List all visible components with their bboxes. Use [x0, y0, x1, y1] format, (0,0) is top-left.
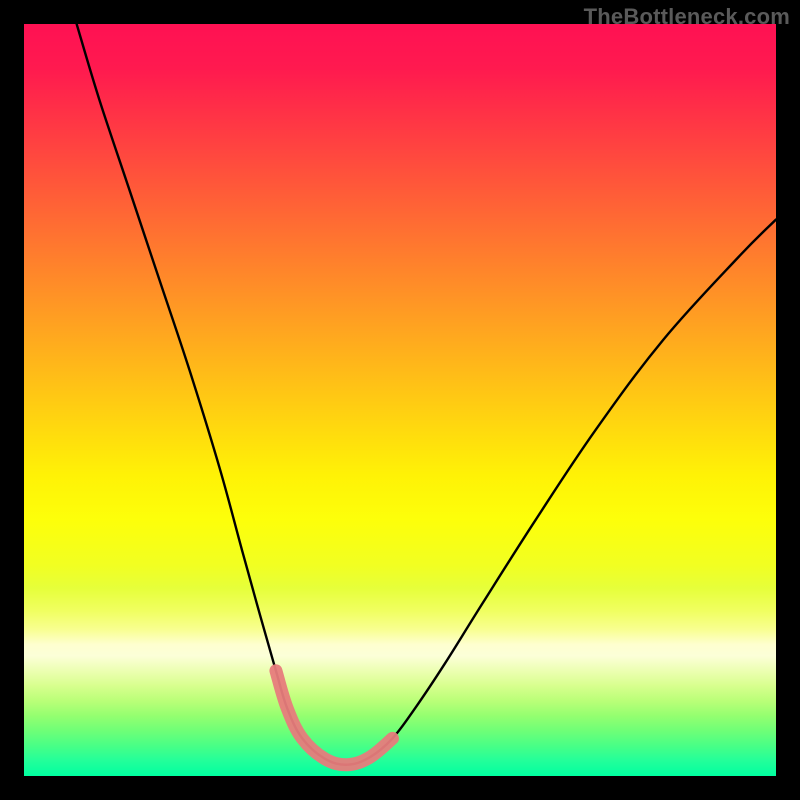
black-curve	[77, 24, 776, 765]
watermark-text: TheBottleneck.com	[584, 4, 790, 30]
plot-area	[24, 24, 776, 776]
pink-highlight	[276, 671, 393, 765]
chart-container: TheBottleneck.com	[0, 0, 800, 800]
curves-svg	[24, 24, 776, 776]
